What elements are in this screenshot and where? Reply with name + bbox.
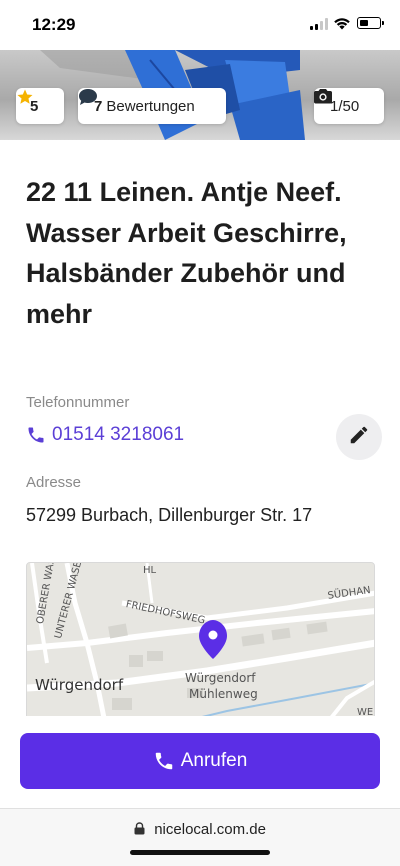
phone-number: 01514 3218061: [52, 424, 185, 445]
status-time: 12:29: [32, 15, 76, 34]
home-indicator[interactable]: [130, 850, 270, 855]
address-text: 57299 Burbach, Dillenburger Str. 17: [26, 505, 313, 525]
hero-photo[interactable]: 5 7 Bewertungen 1/50: [0, 50, 400, 140]
pencil-icon: [348, 424, 370, 451]
map-label-station-line1: Würgendorf: [185, 671, 256, 685]
lock-icon: [134, 822, 145, 839]
location-map[interactable]: OBERER WASEN UNTERER WASEN FRIEDHOFSWEG …: [26, 562, 375, 722]
reviews-badge[interactable]: 7 Bewertungen: [78, 88, 226, 124]
phone-label: Telefonnummer: [26, 394, 130, 411]
photo-counter[interactable]: 1/50: [314, 88, 384, 124]
edit-button[interactable]: [336, 414, 382, 460]
phone-icon: [26, 425, 46, 445]
business-title: 22 11 Leinen. Antje Neef. Wasser Arbeit …: [26, 177, 347, 329]
photo-count: 1/50: [330, 97, 360, 115]
phone-icon: [153, 750, 175, 772]
address-label: Adresse: [26, 474, 82, 491]
map-label-station-line2: Mühlenweg: [189, 687, 258, 701]
browser-address-bar[interactable]: nicelocal.com.de: [0, 808, 400, 866]
map-label-town: Würgendorf: [35, 676, 124, 694]
status-bar: 12:29: [0, 0, 400, 50]
call-button-label: Anrufen: [180, 750, 248, 771]
rating-badge[interactable]: 5: [16, 88, 64, 124]
reviews-label: Bewertungen: [106, 97, 195, 115]
url-text: nicelocal.com.de: [154, 821, 266, 838]
call-button[interactable]: Anrufen: [20, 733, 380, 789]
phone-link[interactable]: 01514 3218061: [26, 424, 184, 446]
cellular-signal-icon: [310, 18, 328, 30]
wifi-icon: [334, 18, 350, 30]
map-label-hl: HL: [143, 565, 157, 576]
battery-icon: [357, 17, 384, 29]
